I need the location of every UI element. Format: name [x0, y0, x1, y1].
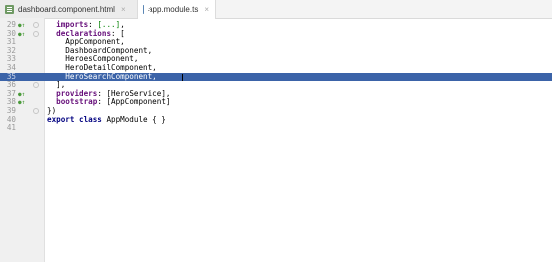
close-icon[interactable]: ×	[204, 5, 209, 14]
ide-window: dashboard.component.html × app.module.ts…	[0, 0, 552, 262]
fold-toggle-icon[interactable]	[33, 107, 39, 114]
close-icon[interactable]: ×	[121, 5, 126, 14]
code-editor[interactable]: 29 ●↑ imports: [...], 30 ●↑ declarations: […	[0, 20, 552, 133]
code-token: export class	[47, 114, 102, 124]
line-number: 41	[6, 123, 16, 133]
ts-file-icon	[143, 5, 151, 14]
tab-label: app.module.ts	[148, 5, 199, 14]
fold-toggle-icon[interactable]	[33, 82, 39, 89]
fold-toggle-icon[interactable]	[33, 22, 39, 28]
tab-label: dashboard.component.html	[18, 4, 115, 14]
editor-tab-bar: dashboard.component.html × app.module.ts…	[0, 0, 552, 19]
html-file-icon	[5, 4, 14, 14]
code-line[interactable]: 40 export class AppModule { }	[0, 114, 552, 125]
code-token: HeroSearchComponent,	[65, 71, 157, 81]
code-text: export class AppModule { }	[47, 114, 166, 125]
code-token: bootstrap	[56, 97, 98, 107]
fold-toggle-icon[interactable]	[33, 30, 39, 37]
tab-dashboard-component-html[interactable]: dashboard.component.html ×	[0, 0, 138, 18]
code-line[interactable]: 38 ●↑ bootstrap: [AppComponent]	[0, 98, 552, 107]
tab-app-module-ts[interactable]: app.module.ts ×	[138, 0, 216, 19]
text-caret	[182, 73, 183, 81]
code-text: bootstrap: [AppComponent]	[47, 98, 170, 107]
code-line-selected[interactable]: 35 HeroSearchComponent,	[0, 71, 552, 82]
code-token: : [AppComponent]	[97, 97, 171, 107]
code-line[interactable]: 41	[0, 124, 552, 133]
code-token: AppModule { }	[101, 114, 166, 124]
